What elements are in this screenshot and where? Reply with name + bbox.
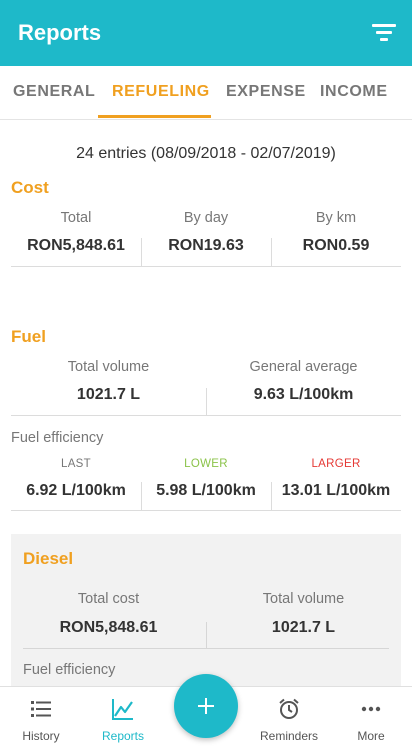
efficiency-larger-value: 13.01 L/100km: [281, 482, 391, 499]
cost-by-km-label: By km: [315, 210, 357, 226]
fuel-section-title: Fuel: [11, 327, 46, 346]
diesel-total-cost-value: RON5,848.61: [59, 619, 158, 636]
alarm-clock-icon: [279, 698, 299, 719]
total-volume-label: Total volume: [67, 359, 150, 375]
diesel-total-cost-label: Total cost: [77, 591, 140, 607]
nav-reminders[interactable]: Reminders: [248, 687, 330, 750]
cost-by-day-value: RON19.63: [168, 237, 244, 254]
cost-total-label: Total: [60, 210, 92, 226]
tab-bar: GENERAL REFUELING EXPENSE INCOME: [0, 66, 412, 120]
efficiency-larger-label: LARGER: [311, 458, 361, 470]
tab-general[interactable]: GENERAL: [13, 83, 95, 101]
active-tab-indicator: [98, 115, 211, 118]
divider: [206, 622, 207, 648]
more-dots-icon: [361, 706, 381, 712]
nav-reminders-label: Reminders: [259, 729, 319, 743]
efficiency-lower-value: 5.98 L/100km: [156, 482, 256, 499]
app-bar: Reports: [0, 0, 412, 66]
entries-summary: 24 entries (08/09/2018 - 02/07/2019): [76, 145, 336, 162]
cost-section-title: Cost: [11, 178, 49, 197]
nav-reports[interactable]: Reports: [82, 687, 164, 750]
nav-history[interactable]: History: [0, 687, 82, 750]
divider: [11, 266, 401, 267]
nav-more-label: More: [357, 729, 385, 743]
cost-total-value: RON5,848.61: [27, 237, 125, 254]
diesel-total-volume-label: Total volume: [262, 591, 345, 607]
tab-refueling[interactable]: REFUELING: [112, 83, 210, 101]
list-icon: [31, 701, 51, 717]
diesel-total-volume-value: 1021.7 L: [271, 619, 336, 636]
divider: [141, 238, 142, 266]
efficiency-last-label: LAST: [61, 458, 91, 470]
general-average-label: General average: [249, 359, 358, 375]
divider: [23, 648, 389, 649]
general-average-value: 9.63 L/100km: [253, 386, 354, 403]
chart-icon: [112, 699, 133, 720]
diesel-fuel-efficiency-label: Fuel efficiency: [23, 662, 116, 678]
cost-by-km-value: RON0.59: [302, 237, 370, 254]
diesel-section-title: Diesel: [23, 549, 74, 568]
diesel-card: Diesel Total cost RON5,848.61 Total volu…: [11, 534, 401, 694]
tab-income[interactable]: INCOME: [320, 83, 388, 101]
page-title: Reports: [18, 20, 102, 45]
nav-history-label: History: [22, 729, 60, 743]
cost-by-day-label: By day: [183, 210, 229, 226]
fuel-efficiency-label: Fuel efficiency: [11, 430, 104, 446]
tab-expense[interactable]: EXPENSE: [226, 83, 306, 101]
add-entry-button[interactable]: [174, 674, 238, 738]
divider: [271, 238, 272, 266]
divider: [141, 482, 142, 510]
total-volume-value: 1021.7 L: [76, 386, 141, 403]
nav-reports-label: Reports: [101, 729, 145, 743]
nav-more[interactable]: More: [330, 687, 412, 750]
efficiency-lower-label: LOWER: [184, 458, 228, 470]
divider: [206, 388, 207, 415]
filter-icon[interactable]: [372, 22, 396, 42]
divider: [11, 510, 401, 511]
divider: [271, 482, 272, 510]
efficiency-last-value: 6.92 L/100km: [26, 482, 126, 499]
divider: [11, 415, 401, 416]
